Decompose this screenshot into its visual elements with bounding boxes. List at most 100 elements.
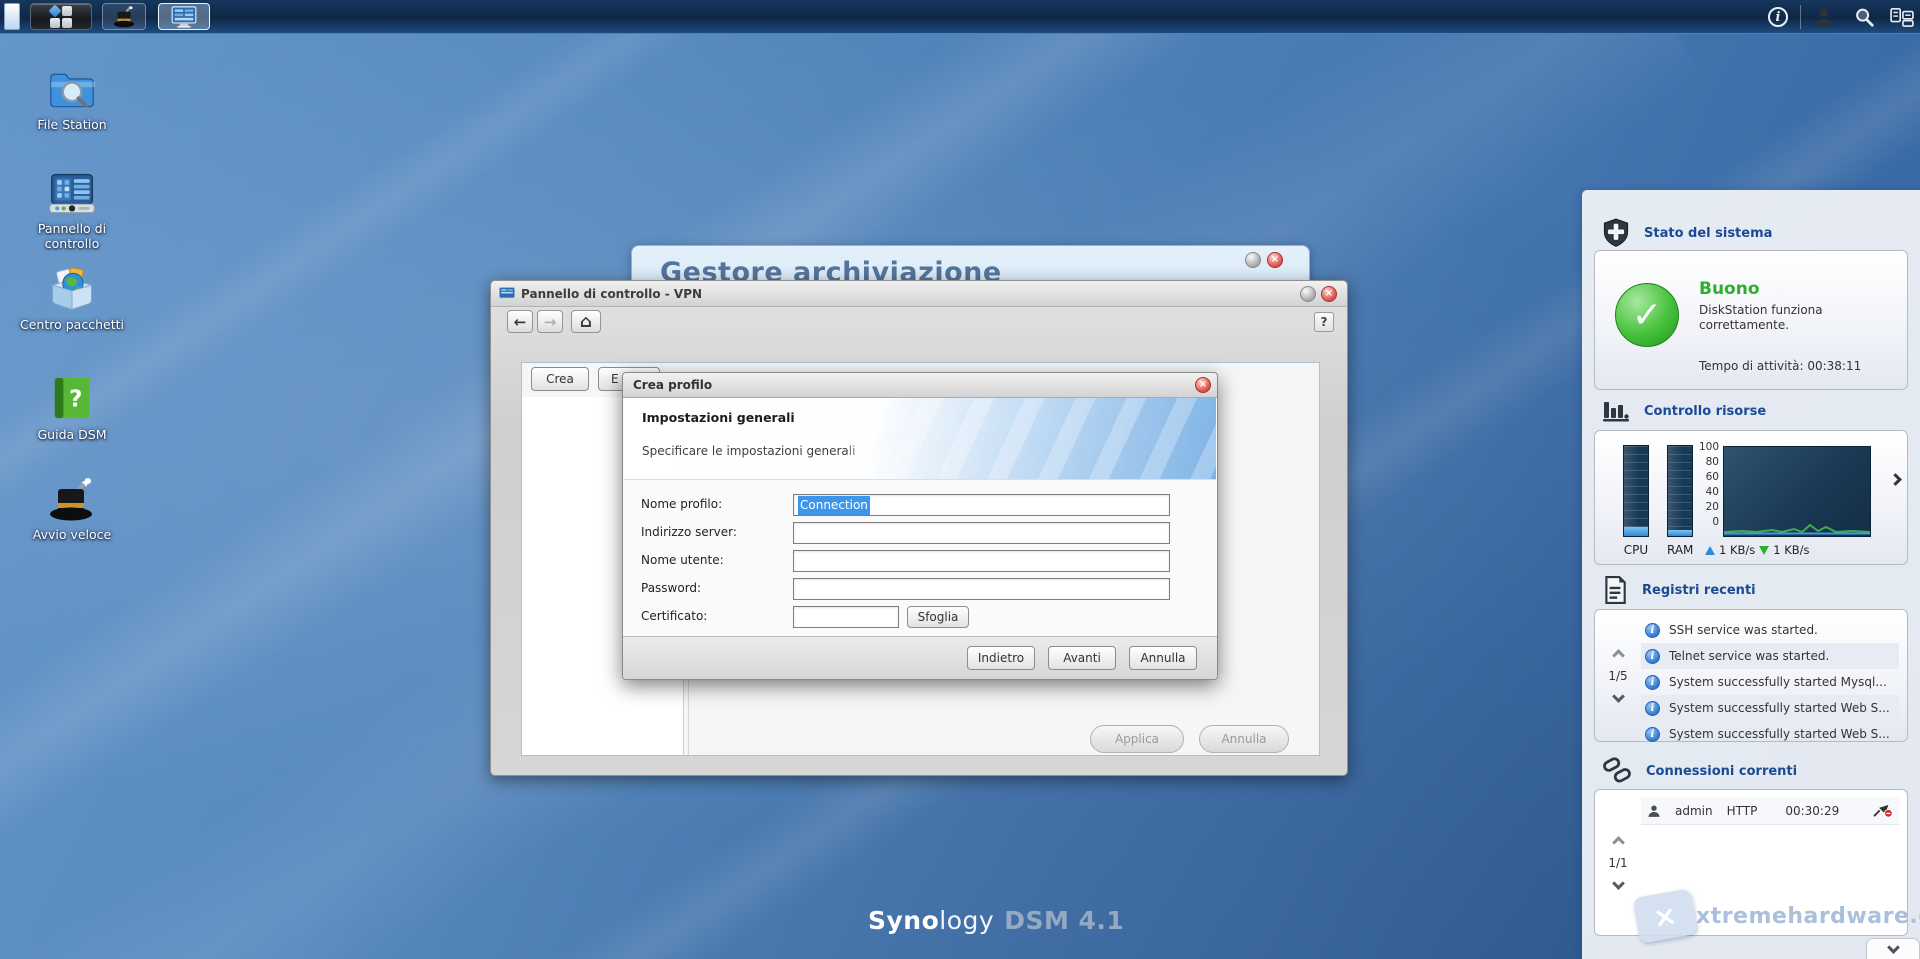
desktop-icon-quick-start[interactable]: Avvio veloce: [16, 472, 128, 542]
minimize-button[interactable]: [1300, 286, 1316, 302]
log-text: System successfully started Web S...: [1669, 701, 1890, 715]
log-row[interactable]: i SSH service was started.: [1641, 617, 1899, 643]
resource-monitor-card: CPU RAM 100 80 60 40 20 0 1 KB/s 1 KB/s: [1594, 430, 1908, 565]
dialog-banner: Impostazioni generali Specificare le imp…: [624, 398, 1216, 480]
current-connections-header: Connessioni correnti: [1602, 756, 1797, 786]
logs-page-indicator: 1/5: [1608, 668, 1628, 683]
page-down-icon[interactable]: [1611, 876, 1625, 890]
desktop-icon-package-center[interactable]: Centro pacchetti: [16, 262, 128, 332]
minimize-button[interactable]: [1245, 252, 1261, 268]
create-profile-button[interactable]: Crea: [531, 367, 589, 391]
widget-title: Connessioni correnti: [1646, 763, 1798, 779]
close-icon[interactable]: ×: [1195, 377, 1211, 393]
connection-user: admin: [1675, 803, 1713, 818]
log-text: System successfully started Mysql...: [1669, 675, 1887, 689]
log-row[interactable]: i System successfully started Web S...: [1641, 721, 1899, 747]
uptime-text: Tempo di attività: 00:38:11: [1699, 359, 1862, 373]
desktop-icon-file-station[interactable]: File Station: [16, 62, 128, 132]
current-connections-card: 1/1 admin HTTP 00:30:29: [1594, 789, 1908, 936]
server-address-label: Indirizzo server:: [641, 525, 737, 539]
browse-button[interactable]: Sfoglia: [907, 606, 969, 628]
disconnect-icon[interactable]: [1873, 803, 1893, 819]
connection-protocol: HTTP: [1726, 803, 1758, 818]
log-text: SSH service was started.: [1669, 623, 1818, 637]
info-bullet-icon: i: [1645, 726, 1660, 742]
cancel-button[interactable]: Annulla: [1199, 725, 1289, 753]
desktop: i File Station Pannello di controllo Cen…: [0, 0, 1920, 959]
widget-sidebar: Stato del sistema ✓ Buono DiskStation fu…: [1582, 190, 1920, 959]
page-up-icon[interactable]: [1611, 648, 1625, 662]
home-button[interactable]: ⌂: [571, 310, 601, 333]
forward-button[interactable]: →: [537, 310, 563, 333]
log-list: i SSH service was started. i Telnet servic…: [1641, 617, 1899, 747]
magic-hat-icon: [113, 5, 135, 27]
close-icon[interactable]: ×: [1267, 252, 1283, 268]
back-step-button[interactable]: Indietro: [967, 646, 1035, 670]
connections-page-indicator: 1/1: [1608, 855, 1628, 870]
vpn-window-titlebar[interactable]: Pannello di controllo - VPN ×: [491, 281, 1347, 307]
brand-light: logy: [939, 906, 995, 935]
connection-row[interactable]: admin HTTP 00:30:29: [1641, 797, 1899, 825]
page-up-icon[interactable]: [1611, 835, 1625, 849]
log-row[interactable]: i System successfully started Web S...: [1641, 695, 1899, 721]
desktop-icon-control-panel[interactable]: Pannello di controllo: [16, 166, 128, 251]
desktop-icon-label: Centro pacchetti: [20, 317, 124, 332]
health-shield-icon: [1603, 218, 1629, 247]
quick-start-taskbar-button[interactable]: [102, 3, 146, 30]
help-button[interactable]: ?: [1314, 312, 1334, 332]
brand-bold: Syno: [868, 906, 940, 935]
user-silhouette-icon: [1815, 8, 1833, 27]
profile-name-field[interactable]: Connection: [793, 494, 1170, 516]
page-down-icon[interactable]: [1611, 689, 1625, 703]
server-address-field[interactable]: [793, 522, 1170, 544]
vpn-window-title: Pannello di controllo - VPN: [521, 286, 703, 301]
dialog-titlebar[interactable]: Crea profilo ×: [623, 373, 1217, 398]
search-button[interactable]: [1850, 5, 1878, 29]
cancel-dialog-button[interactable]: Annulla: [1129, 646, 1197, 670]
y-tick: 60: [1705, 471, 1719, 483]
taskbar: i: [0, 0, 1920, 34]
form-row-profile-name: Nome profilo: Connection: [623, 494, 1217, 516]
pilot-view-button[interactable]: [1888, 5, 1916, 29]
user-silhouette-icon: [1648, 805, 1660, 817]
user-menu-button[interactable]: [1810, 5, 1838, 29]
expand-resource-chevron-icon[interactable]: [1889, 473, 1902, 486]
form-row-password: Password:: [623, 578, 1217, 600]
upload-arrow-icon: [1705, 545, 1715, 555]
username-field[interactable]: [793, 550, 1170, 572]
desktop-icon-dsm-help[interactable]: ? Guida DSM: [16, 372, 128, 442]
system-status-card: ✓ Buono DiskStation funziona correttamen…: [1594, 250, 1908, 390]
y-tick: 0: [1712, 516, 1719, 528]
next-step-button[interactable]: Avanti: [1048, 646, 1116, 670]
back-button[interactable]: ←: [507, 310, 533, 333]
password-field[interactable]: [793, 578, 1170, 600]
system-status-header: Stato del sistema: [1602, 218, 1772, 248]
show-desktop-button[interactable]: [4, 3, 20, 30]
bar-chart-icon: [1603, 402, 1629, 422]
active-window-taskbar-button[interactable]: [158, 3, 210, 30]
recent-logs-card: 1/5 i SSH service was started. i Telnet se…: [1594, 609, 1908, 742]
connections-pager: 1/1: [1595, 790, 1641, 935]
desktop-icon-label: Pannello di controllo: [37, 221, 107, 251]
search-icon: [1856, 8, 1874, 27]
log-row[interactable]: i System successfully started Mysql...: [1641, 669, 1899, 695]
certificate-field[interactable]: [793, 606, 899, 628]
main-menu-button[interactable]: [30, 3, 92, 30]
cpu-meter: [1623, 445, 1649, 537]
sidebar-collapse-tab[interactable]: [1866, 938, 1920, 959]
taskbar-separator: [1800, 5, 1801, 29]
resource-monitor-header: Controllo risorse: [1602, 398, 1766, 424]
selected-text: Connection: [798, 496, 870, 515]
desktop-icon-label: Avvio veloce: [32, 527, 112, 542]
dsm-branding: Synology DSM 4.1: [868, 906, 1124, 935]
system-info-button[interactable]: i: [1764, 5, 1792, 29]
info-icon: i: [1768, 7, 1788, 27]
log-row[interactable]: i Telnet service was started.: [1641, 643, 1899, 669]
ram-meter-fill: [1668, 530, 1692, 536]
form-row-certificate: Certificato: Sfoglia: [623, 606, 1217, 628]
dialog-footer: Indietro Avanti Annulla: [623, 636, 1217, 679]
close-icon[interactable]: ×: [1321, 286, 1337, 302]
create-profile-dialog: Crea profilo × Impostazioni generali Spe…: [622, 372, 1218, 680]
apply-button[interactable]: Applica: [1090, 725, 1184, 753]
svg-text:?: ?: [69, 387, 82, 413]
